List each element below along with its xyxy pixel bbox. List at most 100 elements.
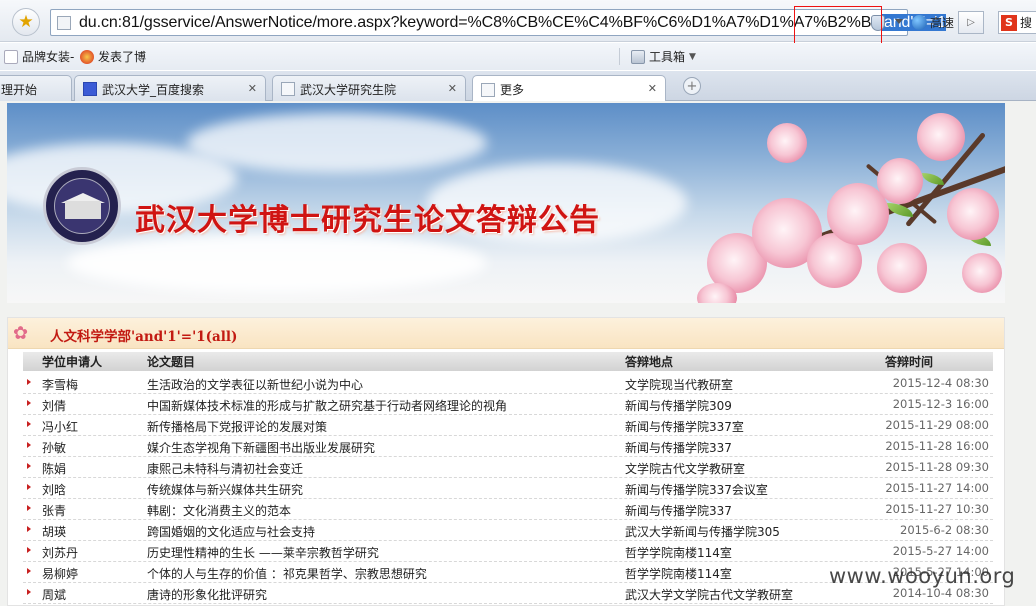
thesis-title-link[interactable]: 个体的人与生存的价值 ：祁克果哲学、宗教思想研究 [147,565,427,582]
thesis-title-link[interactable]: 中国新媒体技术标准的形成与扩散之研究基于行动者网络理论的视角 [147,397,507,414]
applicant-name: 冯小红 [42,420,79,434]
thesis-title-link[interactable]: 韩剧：文化消费主义的范本 [147,502,291,519]
defense-location: 新闻与传播学院337 [625,504,732,518]
globe-icon [912,15,927,30]
applicant-name: 孙敏 [42,441,67,455]
highlight-annotation-box [794,6,882,46]
blossom [917,113,965,161]
blossom [877,243,927,293]
bullet-arrow-icon [27,589,31,595]
search-engine-box[interactable]: S 搜 [998,11,1036,34]
favorite-item-1[interactable]: 品牌女装- [4,48,74,65]
column-header: 答辩时间 [885,355,934,369]
close-icon[interactable]: ✕ [648,82,657,95]
table-row[interactable]: 刘晗 传统媒体与新兴媒体共生研究 新闻与传播学院337会议室 2015-11-27 1… [23,478,993,499]
bullet-arrow-icon [27,484,31,490]
table-row[interactable]: 刘倩 中国新媒体技术标准的形成与扩散之研究基于行动者网络理论的视角 新闻与传播学院3… [23,394,993,415]
blossom [962,253,1002,293]
favorite-item-2[interactable]: 发表了博 [80,48,146,65]
announcement-section: ✿ 人文科学学部'and'1'='1(all) 学位申请人 论文题目 答辩地点 … [7,317,1005,606]
defense-location: 武汉大学新闻与传播学院305 [625,525,780,539]
toolbox-icon [631,49,645,64]
thesis-title-link[interactable]: 生活政治的文学表征以新世纪小说为中心 [147,376,363,393]
weibo-icon [80,49,94,64]
bullet-arrow-icon [27,505,31,511]
url-plain-text: du.cn:81/gsservice/AnswerNotice/more.asp… [79,14,881,31]
search-engine-fragment: 搜 [1020,16,1033,30]
blossom [877,158,923,204]
thesis-title-link[interactable]: 传统媒体与新兴媒体共生研究 [147,481,303,498]
defense-location: 新闻与传播学院337室 [625,420,744,434]
close-icon[interactable]: ✕ [248,82,257,95]
defense-time: 2014-10-4 08:30 [892,586,989,600]
close-icon[interactable]: ✕ [448,82,457,95]
go-button[interactable]: ▷ [958,11,984,34]
applicant-name: 易柳婷 [42,567,79,581]
thesis-title-link[interactable]: 媒介生态学视角下新疆图书出版业发展研究 [147,439,375,456]
bullet-arrow-icon [27,379,31,385]
table-row[interactable]: 刘苏丹 历史理性精神的生长 ——莱辛宗教哲学研究 哲学学院南楼114室 2015-5-… [23,541,993,562]
column-header: 论文题目 [147,355,196,369]
tab-label: 武汉大学_百度搜索 [102,82,205,97]
toolbox-menu[interactable]: 工具箱 ▼ [631,48,696,65]
table-row[interactable]: 孙敏 媒介生态学视角下新疆图书出版业发展研究 新闻与传播学院337 2015-11-2… [23,436,993,457]
tab-3[interactable]: 武汉大学研究生院 ✕ [272,75,466,102]
thesis-title-link[interactable]: 康熙己未特科与清初社会变迁 [147,460,303,477]
thesis-title-link[interactable]: 新传播格局下党报评论的发展对策 [147,418,327,435]
table-header: 学位申请人 论文题目 答辩地点 答辩时间 [23,352,993,371]
applicant-name: 周斌 [42,588,67,602]
table-row[interactable]: 冯小红 新传播格局下党报评论的发展对策 新闻与传播学院337室 2015-11-29 … [23,415,993,436]
tab-2[interactable]: 武汉大学_百度搜索 ✕ [74,75,266,102]
table-row[interactable]: 陈娟 康熙己未特科与清初社会变迁 文学院古代文学教研室 2015-11-28 09:3… [23,457,993,478]
applicant-name: 李雪梅 [42,378,79,392]
address-bar[interactable]: du.cn:81/gsservice/AnswerNotice/more.asp… [50,9,946,36]
defense-time: 2015-11-29 08:00 [885,418,989,432]
flower-icon: ✿ [13,323,29,344]
thesis-title-link[interactable]: 唐诗的形象化批评研究 [147,586,267,603]
page-icon [57,16,71,30]
leaf [922,173,944,185]
blossom [947,188,999,240]
section-header: ✿ 人文科学学部'and'1'='1(all) [8,318,1004,349]
speed-mode-button[interactable]: 高速 [912,11,954,34]
bullet-arrow-icon [27,568,31,574]
bullet-arrow-icon [27,421,31,427]
defense-time: 2015-12-4 08:30 [892,376,989,390]
header-banner: 武汉大学博士研究生论文答辩公告 [7,103,1005,303]
defense-location: 武汉大学文学院古代文学教研室 [625,588,794,602]
page-icon [281,82,295,96]
banner-title: 武汉大学博士研究生论文答辩公告 [135,203,600,238]
watermark: www.wooyun.org [829,564,1016,588]
thesis-title-link[interactable]: 跨国婚姻的文化适应与社会支持 [147,523,315,540]
section-title: 人文科学学部'and'1'='1(all) [50,329,238,345]
defense-time: 2015-5-27 14:00 [892,544,989,558]
table-row[interactable]: 李雪梅 生活政治的文学表征以新世纪小说为中心 文学院现当代教研室 2015-12-4 … [23,373,993,394]
defense-location: 新闻与传播学院309 [625,399,732,413]
speed-mode-label: 高速 [930,16,955,30]
tab-label: 更多 [500,83,525,97]
new-tab-plus-icon[interactable]: + [683,77,701,95]
defense-location: 新闻与传播学院337 [625,441,732,455]
bullet-arrow-icon [27,526,31,532]
table-row[interactable]: 张青 韩剧：文化消费主义的范本 新闻与传播学院337 2015-11-27 10:30 [23,499,993,520]
tab-4-active[interactable]: 更多 ✕ [472,75,666,103]
favorite-star-icon[interactable]: ★ [12,8,40,36]
applicant-name: 刘倩 [42,399,67,413]
favorite-label-1: 品牌女装- [22,50,75,64]
toolbox-label: 工具箱 [649,50,686,64]
address-dropdown-icon[interactable] [895,19,903,24]
chevron-down-icon: ▼ [689,51,696,62]
page-icon [4,49,18,64]
applicant-name: 刘晗 [42,483,67,497]
applicant-name: 陈娟 [42,462,67,476]
sogou-icon: S [1001,14,1017,31]
column-header: 答辩地点 [625,355,674,369]
logo-emblem [54,178,110,234]
table-row[interactable]: 胡瑛 跨国婚姻的文化适应与社会支持 武汉大学新闻与传播学院305 2015-6-2 0… [23,520,993,541]
defense-time: 2015-11-27 14:00 [885,481,989,495]
thesis-title-link[interactable]: 历史理性精神的生长 ——莱辛宗教哲学研究 [147,544,379,561]
university-logo [43,167,121,245]
favorites-bar: 品牌女装- 发表了博 工具箱 ▼ [0,43,1036,70]
tab-1[interactable]: 理开始 [0,75,72,102]
cloud [67,233,487,293]
